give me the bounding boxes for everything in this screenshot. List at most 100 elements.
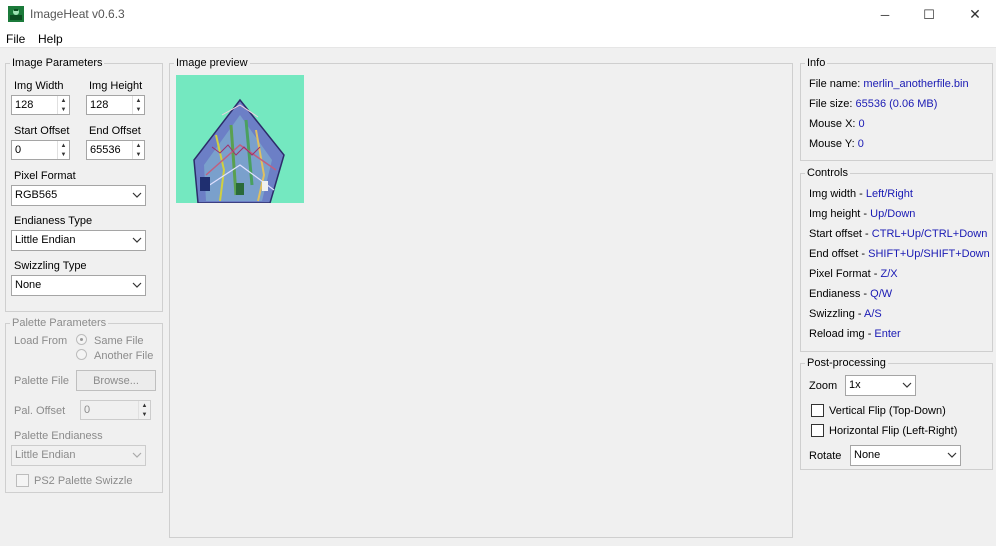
vertical-flip-label: Vertical Flip (Top-Down)	[829, 405, 946, 417]
img-width-spinbox[interactable]: 128 ▲ ▼	[11, 95, 70, 115]
control-row: Reload img - Enter	[809, 328, 901, 340]
palette-endianess-value: Little Endian	[15, 449, 76, 461]
another-file-label: Another File	[94, 350, 154, 362]
control-keys: Enter	[874, 328, 901, 340]
control-keys: CTRL+Up/CTRL+Down	[871, 228, 988, 240]
pixel-format-value: RGB565	[15, 189, 58, 201]
control-keys: Up/Down	[870, 208, 916, 220]
control-label: Reload img -	[809, 328, 875, 340]
spin-arrows-icon[interactable]: ▲ ▼	[132, 96, 144, 114]
menu-file[interactable]: File	[6, 32, 25, 46]
control-label: Pixel Format -	[809, 268, 881, 280]
close-icon: ✕	[969, 6, 981, 22]
img-height-value[interactable]: 128	[87, 96, 132, 114]
chevron-down-icon	[132, 237, 142, 243]
file-name-value: merlin_anotherfile.bin	[863, 78, 969, 90]
post-processing-legend: Post-processing	[807, 357, 886, 369]
mouse-y-row: Mouse Y: 0	[809, 138, 864, 150]
control-row: Start offset - CTRL+Up/CTRL+Down	[809, 228, 987, 240]
same-file-label: Same File	[94, 335, 144, 347]
control-keys: SHIFT+Up/SHIFT+Down	[868, 248, 990, 260]
pixel-format-select[interactable]: RGB565	[11, 185, 146, 206]
control-row: Img width - Left/Right	[809, 188, 913, 200]
zoom-value: 1x	[849, 379, 861, 391]
palette-file-label: Palette File	[14, 375, 70, 387]
preview-image[interactable]	[176, 75, 304, 203]
same-file-radio[interactable]	[76, 334, 87, 345]
control-label: Endianess -	[809, 288, 871, 300]
img-height-spinbox[interactable]: 128 ▲ ▼	[86, 95, 145, 115]
control-label: Img height -	[809, 208, 871, 220]
start-offset-value[interactable]: 0	[12, 141, 57, 159]
file-size-row: File size: 65536 (0.06 MB)	[809, 98, 937, 110]
pal-offset-spinbox[interactable]: 0 ▲ ▼	[80, 400, 151, 420]
spin-arrows-icon[interactable]: ▲ ▼	[132, 141, 144, 159]
control-keys: A/S	[864, 308, 882, 320]
img-height-label: Img Height	[89, 80, 143, 92]
rotate-select[interactable]: None	[850, 445, 961, 466]
palette-endianess-label: Palette Endianess	[14, 430, 103, 442]
chevron-down-icon	[947, 452, 957, 458]
zoom-label: Zoom	[809, 380, 838, 392]
ps2-swizzle-checkbox[interactable]	[16, 474, 29, 487]
mouse-y-label: Mouse Y:	[809, 138, 855, 150]
minimize-button[interactable]: ─	[862, 0, 908, 29]
mouse-x-value: 0	[858, 118, 865, 130]
file-name-label: File name:	[809, 78, 861, 90]
horizontal-flip-checkbox[interactable]	[811, 424, 824, 437]
control-row: Endianess - Q/W	[809, 288, 892, 300]
control-row: Img height - Up/Down	[809, 208, 915, 220]
start-offset-spinbox[interactable]: 0 ▲ ▼	[11, 140, 70, 160]
control-keys: Left/Right	[865, 188, 913, 200]
load-from-label: Load From	[14, 335, 68, 347]
swizzling-value: None	[15, 279, 42, 291]
window-title: ImageHeat v0.6.3	[30, 7, 125, 21]
browse-button[interactable]: Browse...	[76, 370, 156, 391]
minimize-icon: ─	[880, 7, 890, 22]
pal-offset-value[interactable]: 0	[81, 401, 138, 419]
control-label: Start offset -	[809, 228, 872, 240]
spin-arrows-icon[interactable]: ▲ ▼	[57, 141, 69, 159]
vertical-flip-checkbox[interactable]	[811, 404, 824, 417]
control-label: Img width -	[809, 188, 866, 200]
start-offset-label: Start Offset	[14, 125, 70, 137]
end-offset-label: End Offset	[89, 125, 141, 137]
control-row: Pixel Format - Z/X	[809, 268, 898, 280]
chevron-down-icon	[132, 452, 142, 458]
endianess-value: Little Endian	[15, 234, 76, 246]
endianess-select[interactable]: Little Endian	[11, 230, 146, 251]
image-parameters-legend: Image Parameters	[12, 57, 103, 69]
end-offset-spinbox[interactable]: 65536 ▲ ▼	[86, 140, 145, 160]
close-button[interactable]: ✕	[952, 0, 996, 29]
chevron-down-icon	[902, 382, 912, 388]
info-legend: Info	[807, 57, 826, 69]
img-width-value[interactable]: 128	[12, 96, 57, 114]
mouse-x-label: Mouse X:	[809, 118, 856, 130]
pal-offset-label: Pal. Offset	[14, 405, 66, 417]
swizzling-label: Swizzling Type	[14, 260, 87, 272]
app-icon	[8, 6, 24, 22]
file-name-row: File name: merlin_anotherfile.bin	[809, 78, 969, 90]
mouse-x-row: Mouse X: 0	[809, 118, 865, 130]
swizzling-select[interactable]: None	[11, 275, 146, 296]
control-keys: Z/X	[880, 268, 898, 280]
control-keys: Q/W	[870, 288, 893, 300]
palette-parameters-legend: Palette Parameters	[12, 317, 107, 329]
spin-arrows-icon[interactable]: ▲ ▼	[138, 401, 150, 419]
pixel-format-label: Pixel Format	[14, 170, 76, 182]
zoom-select[interactable]: 1x	[845, 375, 916, 396]
file-size-value: 65536 (0.06 MB)	[855, 98, 938, 110]
ps2-swizzle-label: PS2 Palette Swizzle	[34, 475, 133, 487]
palette-endianess-select[interactable]: Little Endian	[11, 445, 146, 466]
control-row: End offset - SHIFT+Up/SHIFT+Down	[809, 248, 990, 260]
rotate-label: Rotate	[809, 450, 842, 462]
img-width-label: Img Width	[14, 80, 64, 92]
control-label: Swizzling -	[809, 308, 865, 320]
maximize-button[interactable]: ☐	[906, 0, 952, 29]
spin-arrows-icon[interactable]: ▲ ▼	[57, 96, 69, 114]
mouse-y-value: 0	[857, 138, 864, 150]
rotate-value: None	[854, 449, 881, 461]
another-file-radio[interactable]	[76, 349, 87, 360]
end-offset-value[interactable]: 65536	[87, 141, 132, 159]
menu-help[interactable]: Help	[38, 32, 63, 46]
